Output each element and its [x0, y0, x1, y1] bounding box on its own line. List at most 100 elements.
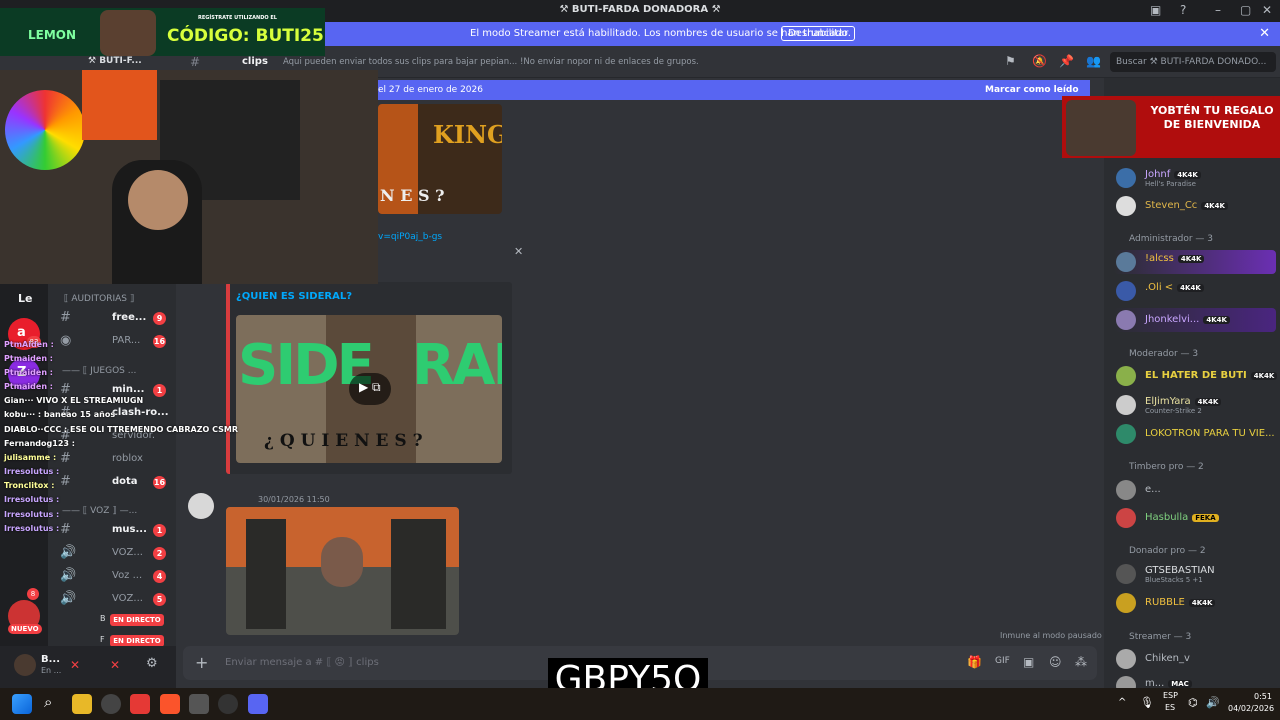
role-header: Administrador — 3: [1129, 234, 1213, 244]
member-item[interactable]: Chiken_v: [1114, 647, 1276, 671]
disable-streamer-button[interactable]: Deshabilitar: [781, 26, 856, 41]
user-panel: B... En ... ✕ ✕ ⚙: [0, 646, 176, 688]
stream-chat-line: julisamme :: [4, 453, 57, 462]
avatar: [1116, 196, 1136, 216]
emoji-icon[interactable]: ☺: [1049, 655, 1062, 669]
stream-chat-line: Ptmaiden :: [4, 382, 53, 391]
minimize-icon[interactable]: –: [1215, 3, 1221, 17]
channel-item[interactable]: 🔊 VOZ... 5: [48, 589, 176, 609]
embed-title[interactable]: ¿QUIEN ES SIDERAL?: [236, 291, 352, 302]
avatar: [1116, 424, 1136, 444]
clock-date[interactable]: 04/02/2026: [1228, 704, 1274, 713]
member-item[interactable]: !alcss 4K4K: [1114, 250, 1276, 274]
apps-icon[interactable]: ⁂: [1075, 655, 1087, 669]
member-list: Johnf 4K4K Hell's Paradise Steven_Cc 4K4K A…: [1104, 78, 1280, 696]
video-thumbnail[interactable]: SIDE RAL ¿ Q U I E N E S ? ▶ ⧉: [236, 315, 502, 463]
keyboard-indicator[interactable]: ES: [1165, 703, 1175, 712]
discord-icon[interactable]: [248, 694, 268, 714]
remove-embed-icon[interactable]: ✕: [514, 245, 523, 258]
avatar: [1116, 564, 1136, 584]
channel-item[interactable]: # mus... 1: [48, 520, 176, 540]
promo-banner: YOBTÉN TU REGALO DE BIENVENIDA: [1062, 96, 1280, 158]
search-icon[interactable]: ⌕: [44, 693, 52, 711]
members-icon[interactable]: 👥: [1086, 54, 1101, 68]
start-icon[interactable]: [12, 694, 32, 714]
pin-icon[interactable]: 📌: [1059, 54, 1074, 68]
lemon-ad: LEMON REGÍSTRATE UTILIZANDO EL CÓDIGO: B…: [0, 8, 325, 56]
hash-icon: #: [60, 474, 71, 489]
member-item[interactable]: LOKOTRON PARA TU VIE...: [1114, 422, 1276, 446]
file-explorer-icon[interactable]: [72, 694, 92, 714]
channel-item[interactable]: # free... 9: [48, 308, 176, 328]
member-item[interactable]: Steven_Cc 4K4K: [1114, 194, 1276, 218]
category-juegos[interactable]: —— ⟦ JUEGOS ...: [62, 366, 136, 376]
app-icon[interactable]: [218, 694, 238, 714]
new-messages-bar[interactable]: el 27 de enero de 2026 Marcar como leído: [378, 80, 1090, 100]
member-item[interactable]: .Oli <4K4K: [1114, 279, 1276, 303]
channel-item[interactable]: # dota 16: [48, 472, 176, 492]
sticker-icon[interactable]: ▣: [1023, 655, 1034, 669]
live-badge: EN DIRECTO: [110, 614, 164, 626]
member-item[interactable]: EL HATER DE BUTI 4K4K: [1114, 364, 1278, 388]
ad-photo: [100, 10, 156, 56]
channel-name: clips: [242, 56, 268, 67]
avatar: [1116, 395, 1136, 415]
member-item[interactable]: ElJimYara 4K4K Counter-Strike 2: [1114, 393, 1276, 417]
threads-icon[interactable]: ⚑: [1005, 54, 1016, 68]
maximize-icon[interactable]: ▢: [1240, 3, 1251, 17]
deafen-icon[interactable]: ✕: [110, 658, 120, 672]
language-indicator[interactable]: ESP: [1163, 691, 1178, 700]
muted-note: Inmune al modo pausado: [1000, 631, 1102, 640]
mic-icon[interactable]: 🎙: [1140, 696, 1154, 709]
channel-item[interactable]: 🔊 VOZ... 2: [48, 543, 176, 563]
avatar[interactable]: [14, 654, 36, 676]
speaker-icon: 🔊: [60, 545, 77, 560]
add-attachment-icon[interactable]: +: [195, 653, 208, 672]
channel-item[interactable]: 🔊 Voz ... 4: [48, 566, 176, 586]
search-box[interactable]: Buscar ⚒ BUTI-FARDA DONADO...: [1110, 52, 1276, 72]
stream-chat-line: PtmAiden :: [4, 340, 54, 349]
tray-chevron-icon[interactable]: ^: [1118, 697, 1126, 708]
close-window-icon[interactable]: ✕: [1262, 3, 1272, 17]
member-item[interactable]: Johnf 4K4K Hell's Paradise: [1114, 166, 1276, 190]
category-voz[interactable]: —— ⟦ VOZ ⟧ —...: [62, 506, 137, 516]
mark-read-button[interactable]: Marcar como leído: [985, 85, 1079, 95]
channel-topic[interactable]: Aqui pueden enviar todos sus clips para …: [283, 57, 699, 67]
help-icon[interactable]: ?: [1180, 3, 1186, 17]
lemon-brand: LEMON: [28, 28, 77, 42]
gear-icon[interactable]: ⚙: [146, 656, 158, 671]
channel-item[interactable]: # roblox: [48, 449, 176, 469]
category-auditorias[interactable]: ⟦ AUDITORIAS ⟧: [64, 294, 134, 304]
channel-item[interactable]: ◉ PAR... 16: [48, 331, 176, 351]
new-badge: NUEVO: [8, 624, 42, 634]
video-link[interactable]: v=qiP0aj_b-gs: [378, 232, 442, 242]
user-name: B...: [41, 654, 61, 665]
brave-icon[interactable]: [160, 694, 180, 714]
video-thumbnail[interactable]: KING N E S ?: [378, 104, 502, 214]
attached-image[interactable]: [226, 507, 459, 635]
member-item[interactable]: e...: [1114, 478, 1276, 502]
stream-chat-line: Gian··· VIVO X EL STREAMIUGN: [4, 396, 144, 405]
avatar[interactable]: [188, 493, 214, 519]
obs-icon[interactable]: [101, 694, 121, 714]
clock-time[interactable]: 0:51: [1254, 692, 1272, 701]
network-icon[interactable]: ⌬: [1188, 696, 1198, 709]
server-name[interactable]: ⚒ BUTI-F...: [88, 56, 142, 66]
volume-icon[interactable]: 🔊: [1206, 696, 1220, 709]
inbox-icon[interactable]: ▣: [1150, 3, 1161, 17]
play-icon[interactable]: ▶ ⧉: [349, 373, 391, 405]
member-item[interactable]: RUBBLE 4K4K: [1114, 591, 1276, 615]
message-timestamp: 30/01/2026 11:50: [258, 495, 330, 504]
app-icon[interactable]: [130, 694, 150, 714]
mic-muted-icon[interactable]: ✕: [70, 658, 80, 672]
member-item[interactable]: Jhonkelvi... 4K4K: [1114, 308, 1276, 332]
close-banner-icon[interactable]: ✕: [1259, 26, 1270, 41]
notifications-icon[interactable]: 🔕: [1032, 54, 1047, 68]
gift-icon[interactable]: 🎁: [967, 655, 982, 669]
member-item[interactable]: GTSEBASTIAN BlueStacks 5 +1: [1114, 562, 1276, 586]
avatar: [1116, 310, 1136, 330]
member-item[interactable]: Hasbulla FEKA: [1114, 506, 1276, 530]
windows-taskbar: ⌕ ^ 🎙 ESP ES ⌬ 🔊 0:51 04/02/2026: [0, 688, 1280, 720]
app-icon[interactable]: [189, 694, 209, 714]
gif-icon[interactable]: GIF: [995, 656, 1010, 666]
